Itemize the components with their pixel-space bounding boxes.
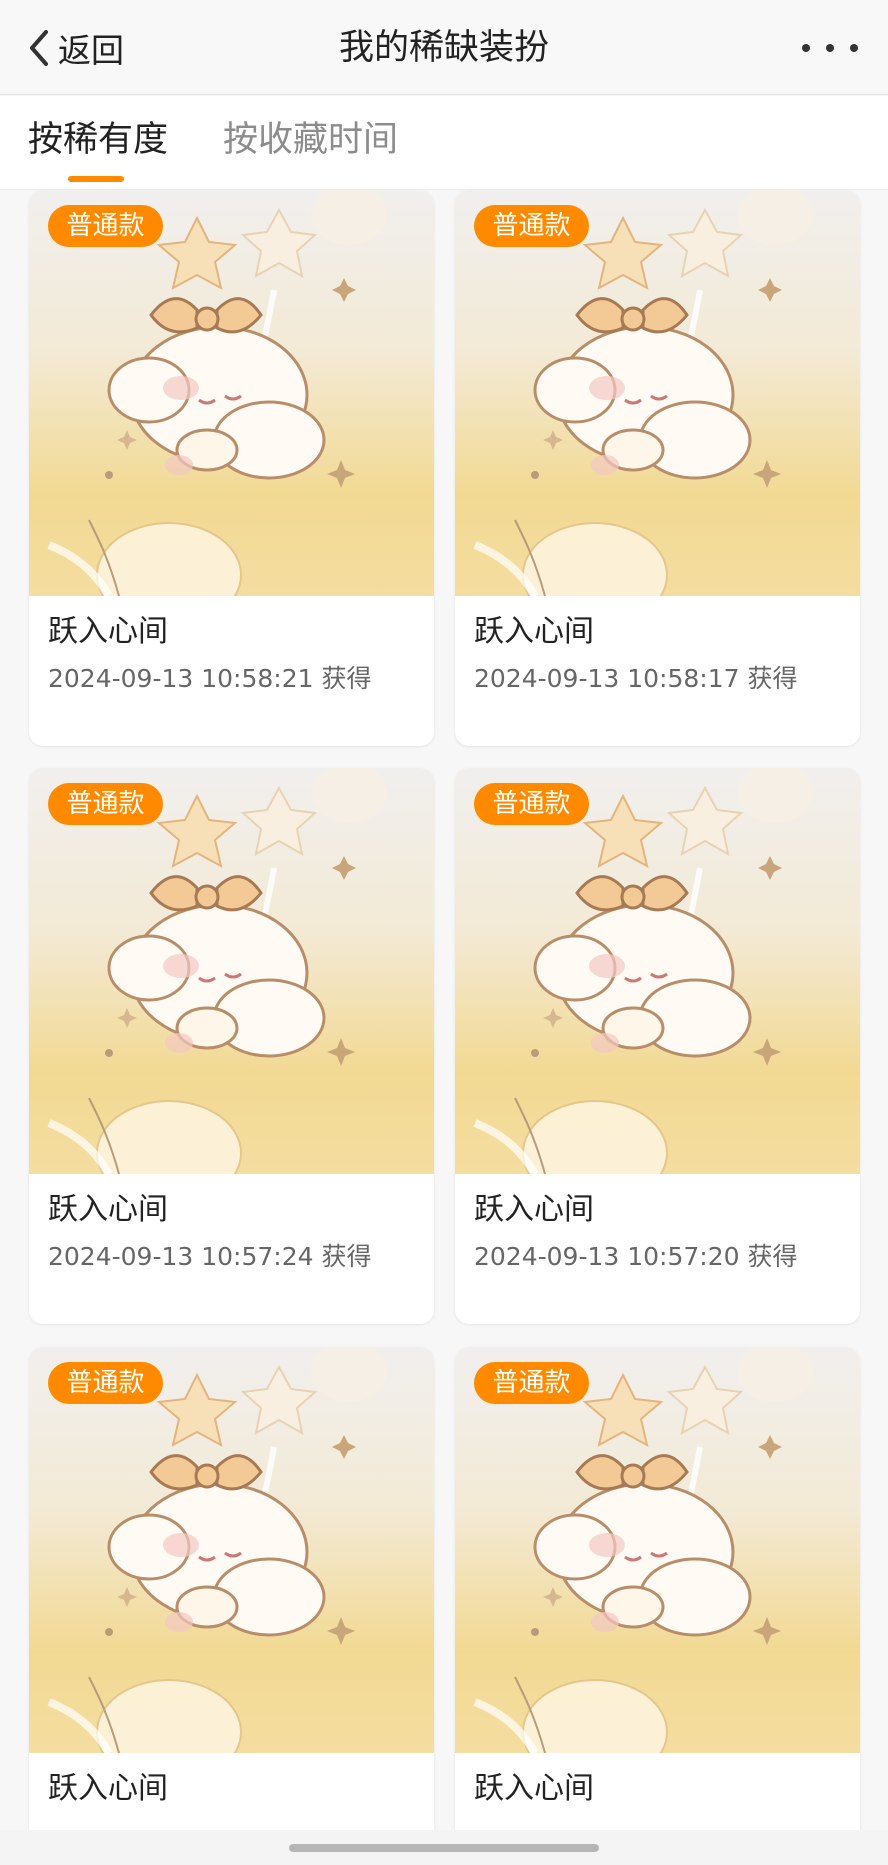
decoration-name: 跃入心间 [48, 1771, 168, 1806]
tab-by-rarity[interactable]: 按稀有度 [28, 116, 168, 164]
decoration-thumbnail: 普通款 [29, 1347, 434, 1753]
decoration-thumbnail: 普通款 [455, 1347, 860, 1753]
rarity-badge: 普通款 [474, 783, 589, 825]
sort-tabs: 按稀有度 按收藏时间 [0, 96, 888, 190]
decoration-card[interactable]: 普通款 跃入心间 2024-09-13 10:57:20 获得 [455, 768, 860, 1324]
rarity-badge: 普通款 [474, 1362, 589, 1404]
decoration-thumbnail: 普通款 [455, 190, 860, 596]
obtained-time: 2024-09-13 10:58:17 获得 [474, 664, 798, 693]
decoration-card[interactable]: 普通款 跃入心间 2024-09-13 10:58:17 获得 [455, 190, 860, 746]
decoration-card[interactable]: 普通款 跃入心间 2024-09-13 10:58:21 获得 [29, 190, 434, 746]
obtained-time: 2024-09-13 10:57:20 获得 [474, 1242, 798, 1271]
decoration-name: 跃入心间 [474, 1771, 594, 1806]
system-bottom-bar [0, 1830, 888, 1865]
page-title: 我的稀缺装扮 [338, 28, 549, 68]
decoration-thumbnail: 普通款 [455, 768, 860, 1174]
more-dots-icon[interactable] [802, 30, 858, 66]
decoration-name: 跃入心间 [48, 1192, 168, 1227]
decoration-thumbnail: 普通款 [29, 768, 434, 1174]
decoration-card[interactable]: 普通款 跃入心间 [29, 1347, 434, 1830]
obtained-time: 2024-09-13 10:58:21 获得 [48, 664, 372, 693]
home-indicator[interactable] [289, 1844, 599, 1852]
tab-by-collect-time[interactable]: 按收藏时间 [223, 116, 398, 164]
top-nav-bar: 返回 我的稀缺装扮 [0, 0, 888, 95]
rarity-badge: 普通款 [48, 783, 163, 825]
obtained-time: 2024-09-13 10:57:24 获得 [48, 1242, 372, 1271]
decoration-name: 跃入心间 [474, 1192, 594, 1227]
decoration-name: 跃入心间 [48, 614, 168, 649]
decoration-name: 跃入心间 [474, 614, 594, 649]
rarity-badge: 普通款 [48, 205, 163, 247]
decoration-card[interactable]: 普通款 跃入心间 [455, 1347, 860, 1830]
decoration-card[interactable]: 普通款 跃入心间 2024-09-13 10:57:24 获得 [29, 768, 434, 1324]
rarity-badge: 普通款 [474, 205, 589, 247]
rarity-badge: 普通款 [48, 1362, 163, 1404]
decoration-grid: 普通款 跃入心间 2024-09-13 10:58:21 获得 普通款 跃入心间… [0, 190, 888, 1830]
active-tab-indicator [68, 176, 124, 182]
decoration-thumbnail: 普通款 [29, 190, 434, 596]
